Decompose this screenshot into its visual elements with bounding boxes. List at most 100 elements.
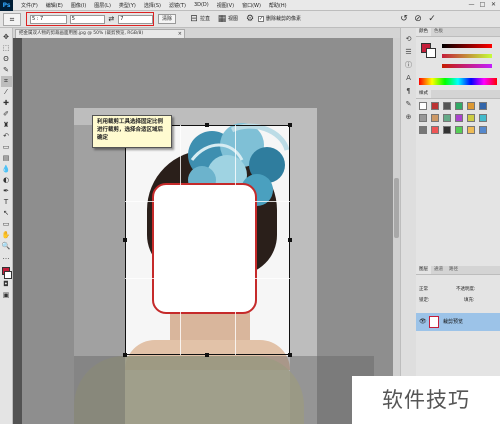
move-tool-icon[interactable]: ✥ bbox=[1, 32, 12, 43]
style-swatch[interactable] bbox=[455, 102, 463, 110]
style-swatch[interactable] bbox=[443, 114, 451, 122]
style-swatch[interactable] bbox=[479, 114, 487, 122]
ratio-select[interactable]: 5 : 7 bbox=[30, 14, 67, 24]
crop-tool-icon[interactable]: ⌗ bbox=[0, 76, 12, 87]
menu-window[interactable]: 窗口(W) bbox=[238, 2, 265, 9]
menu-type[interactable]: 类型(Y) bbox=[115, 2, 140, 9]
screen-mode-icon[interactable]: ▣ bbox=[1, 290, 12, 301]
more-tools-icon[interactable]: … bbox=[1, 252, 12, 263]
menu-edit[interactable]: 编辑(E) bbox=[42, 2, 67, 9]
tab-color[interactable]: 颜色 bbox=[416, 28, 431, 36]
style-swatch[interactable] bbox=[419, 102, 427, 110]
style-swatch[interactable] bbox=[479, 102, 487, 110]
style-swatch[interactable] bbox=[443, 126, 451, 134]
red-slider[interactable] bbox=[442, 44, 492, 48]
shape-tool-icon[interactable]: ▭ bbox=[1, 219, 12, 230]
straighten-icon[interactable]: ⊟ bbox=[188, 13, 200, 25]
reset-icon[interactable]: ↺ bbox=[398, 13, 410, 25]
type-tool-icon[interactable]: T bbox=[1, 197, 12, 208]
commit-crop-icon[interactable]: ✓ bbox=[426, 13, 438, 25]
menu-help[interactable]: 帮助(H) bbox=[265, 2, 291, 9]
checkbox-icon[interactable]: ✓ bbox=[258, 15, 264, 22]
maximize-button[interactable]: □ bbox=[478, 1, 487, 9]
crop-handle-right[interactable] bbox=[288, 238, 292, 242]
crop-handle-bottom-right[interactable] bbox=[288, 353, 292, 357]
crop-handle-bottom-left[interactable] bbox=[123, 353, 127, 357]
color-spectrum[interactable] bbox=[419, 78, 497, 85]
scrollbar-thumb[interactable] bbox=[394, 178, 399, 238]
tab-channels[interactable]: 通道 bbox=[431, 266, 446, 274]
crop-handle-top-right[interactable] bbox=[288, 123, 292, 127]
blend-mode-select[interactable]: 正常 bbox=[419, 286, 428, 294]
document-tab[interactable]: 把金属双人物的剪裁画面用图.jpg @ 50% (裁剪预览, RGB/8) × bbox=[15, 29, 185, 38]
pen-tool-icon[interactable]: ✒ bbox=[1, 186, 12, 197]
gradient-tool-icon[interactable]: ▤ bbox=[1, 153, 12, 164]
tab-swatches[interactable]: 色板 bbox=[431, 28, 446, 36]
grid-overlay-icon[interactable]: ▦ bbox=[216, 13, 228, 25]
crop-handle-top[interactable] bbox=[205, 123, 209, 127]
crop-handle-bottom[interactable] bbox=[205, 353, 209, 357]
zoom-tool-icon[interactable]: 🔍 bbox=[1, 241, 12, 252]
menu-3d[interactable]: 3D(D) bbox=[190, 2, 213, 8]
layer-row[interactable]: 👁 裁剪预览 bbox=[416, 313, 500, 331]
menu-image[interactable]: 图像(I) bbox=[67, 2, 90, 9]
history-panel-icon[interactable]: ⟲ bbox=[403, 34, 414, 45]
vertical-scrollbar[interactable] bbox=[393, 38, 400, 424]
style-swatch[interactable] bbox=[431, 102, 439, 110]
hand-tool-icon[interactable]: ✋ bbox=[1, 230, 12, 241]
dodge-tool-icon[interactable]: ◐ bbox=[1, 175, 12, 186]
menu-layer[interactable]: 图层(L) bbox=[90, 2, 115, 9]
layer-name[interactable]: 裁剪预览 bbox=[443, 318, 463, 325]
brush-tool-icon[interactable]: ✐ bbox=[1, 109, 12, 120]
minimize-button[interactable]: — bbox=[467, 1, 476, 9]
menu-select[interactable]: 选择(S) bbox=[140, 2, 165, 9]
swap-icon[interactable]: ⇄ bbox=[108, 15, 116, 23]
info-panel-icon[interactable]: ⓘ bbox=[403, 60, 414, 71]
style-swatch[interactable] bbox=[467, 102, 475, 110]
quick-mask-icon[interactable]: ◘ bbox=[1, 279, 12, 290]
lasso-tool-icon[interactable]: ʘ bbox=[1, 54, 12, 65]
text-panel-icon[interactable]: A bbox=[403, 73, 414, 84]
style-swatch[interactable] bbox=[431, 114, 439, 122]
blue-slider[interactable] bbox=[442, 64, 492, 68]
tab-paths[interactable]: 路径 bbox=[446, 266, 461, 274]
crop-handle-left[interactable] bbox=[123, 238, 127, 242]
close-tab-icon[interactable]: × bbox=[178, 30, 182, 38]
clone-stamp-tool-icon[interactable]: ♜ bbox=[1, 120, 12, 131]
tab-layers[interactable]: 图层 bbox=[416, 266, 431, 274]
menu-file[interactable]: 文件(F) bbox=[17, 2, 42, 9]
style-swatch[interactable] bbox=[455, 126, 463, 134]
green-slider[interactable] bbox=[442, 54, 492, 58]
quick-select-tool-icon[interactable]: ✎ bbox=[1, 65, 12, 76]
menu-view[interactable]: 视图(V) bbox=[213, 2, 238, 9]
blur-tool-icon[interactable]: 💧 bbox=[1, 164, 12, 175]
style-swatch[interactable] bbox=[467, 126, 475, 134]
tab-styles[interactable]: 样式 bbox=[416, 90, 431, 98]
style-swatch[interactable] bbox=[419, 126, 427, 134]
paragraph-panel-icon[interactable]: ¶ bbox=[403, 86, 414, 97]
close-button[interactable]: ✕ bbox=[489, 1, 498, 9]
clone-source-icon[interactable]: ⊕ bbox=[403, 112, 414, 123]
brush-panel-icon[interactable]: ✎ bbox=[403, 99, 414, 110]
menu-filter[interactable]: 滤镜(T) bbox=[165, 2, 190, 9]
background-color-swatch[interactable] bbox=[4, 271, 12, 279]
style-swatch[interactable] bbox=[467, 114, 475, 122]
cancel-crop-icon[interactable]: ⊘ bbox=[412, 13, 424, 25]
ratio-height-input[interactable]: 7 bbox=[118, 14, 153, 24]
style-swatch[interactable] bbox=[455, 114, 463, 122]
style-swatch[interactable] bbox=[443, 102, 451, 110]
path-select-tool-icon[interactable]: ↖ bbox=[1, 208, 12, 219]
properties-panel-icon[interactable]: ☰ bbox=[403, 47, 414, 58]
view-label[interactable]: 视图 bbox=[228, 15, 238, 23]
clear-button[interactable]: 清除 bbox=[158, 14, 177, 24]
style-swatch[interactable] bbox=[431, 126, 439, 134]
delete-pixels-checkbox[interactable]: ✓ 删除裁剪的像素 bbox=[258, 15, 301, 23]
style-swatch[interactable] bbox=[479, 126, 487, 134]
healing-tool-icon[interactable]: ✚ bbox=[1, 98, 12, 109]
panel-background-swatch[interactable] bbox=[426, 48, 436, 58]
eraser-tool-icon[interactable]: ▭ bbox=[1, 142, 12, 153]
marquee-tool-icon[interactable]: ⬚ bbox=[1, 43, 12, 54]
gear-icon[interactable]: ⚙ bbox=[244, 13, 256, 25]
style-swatch[interactable] bbox=[419, 114, 427, 122]
crop-tool-preset-icon[interactable]: ⌗ bbox=[3, 12, 21, 26]
